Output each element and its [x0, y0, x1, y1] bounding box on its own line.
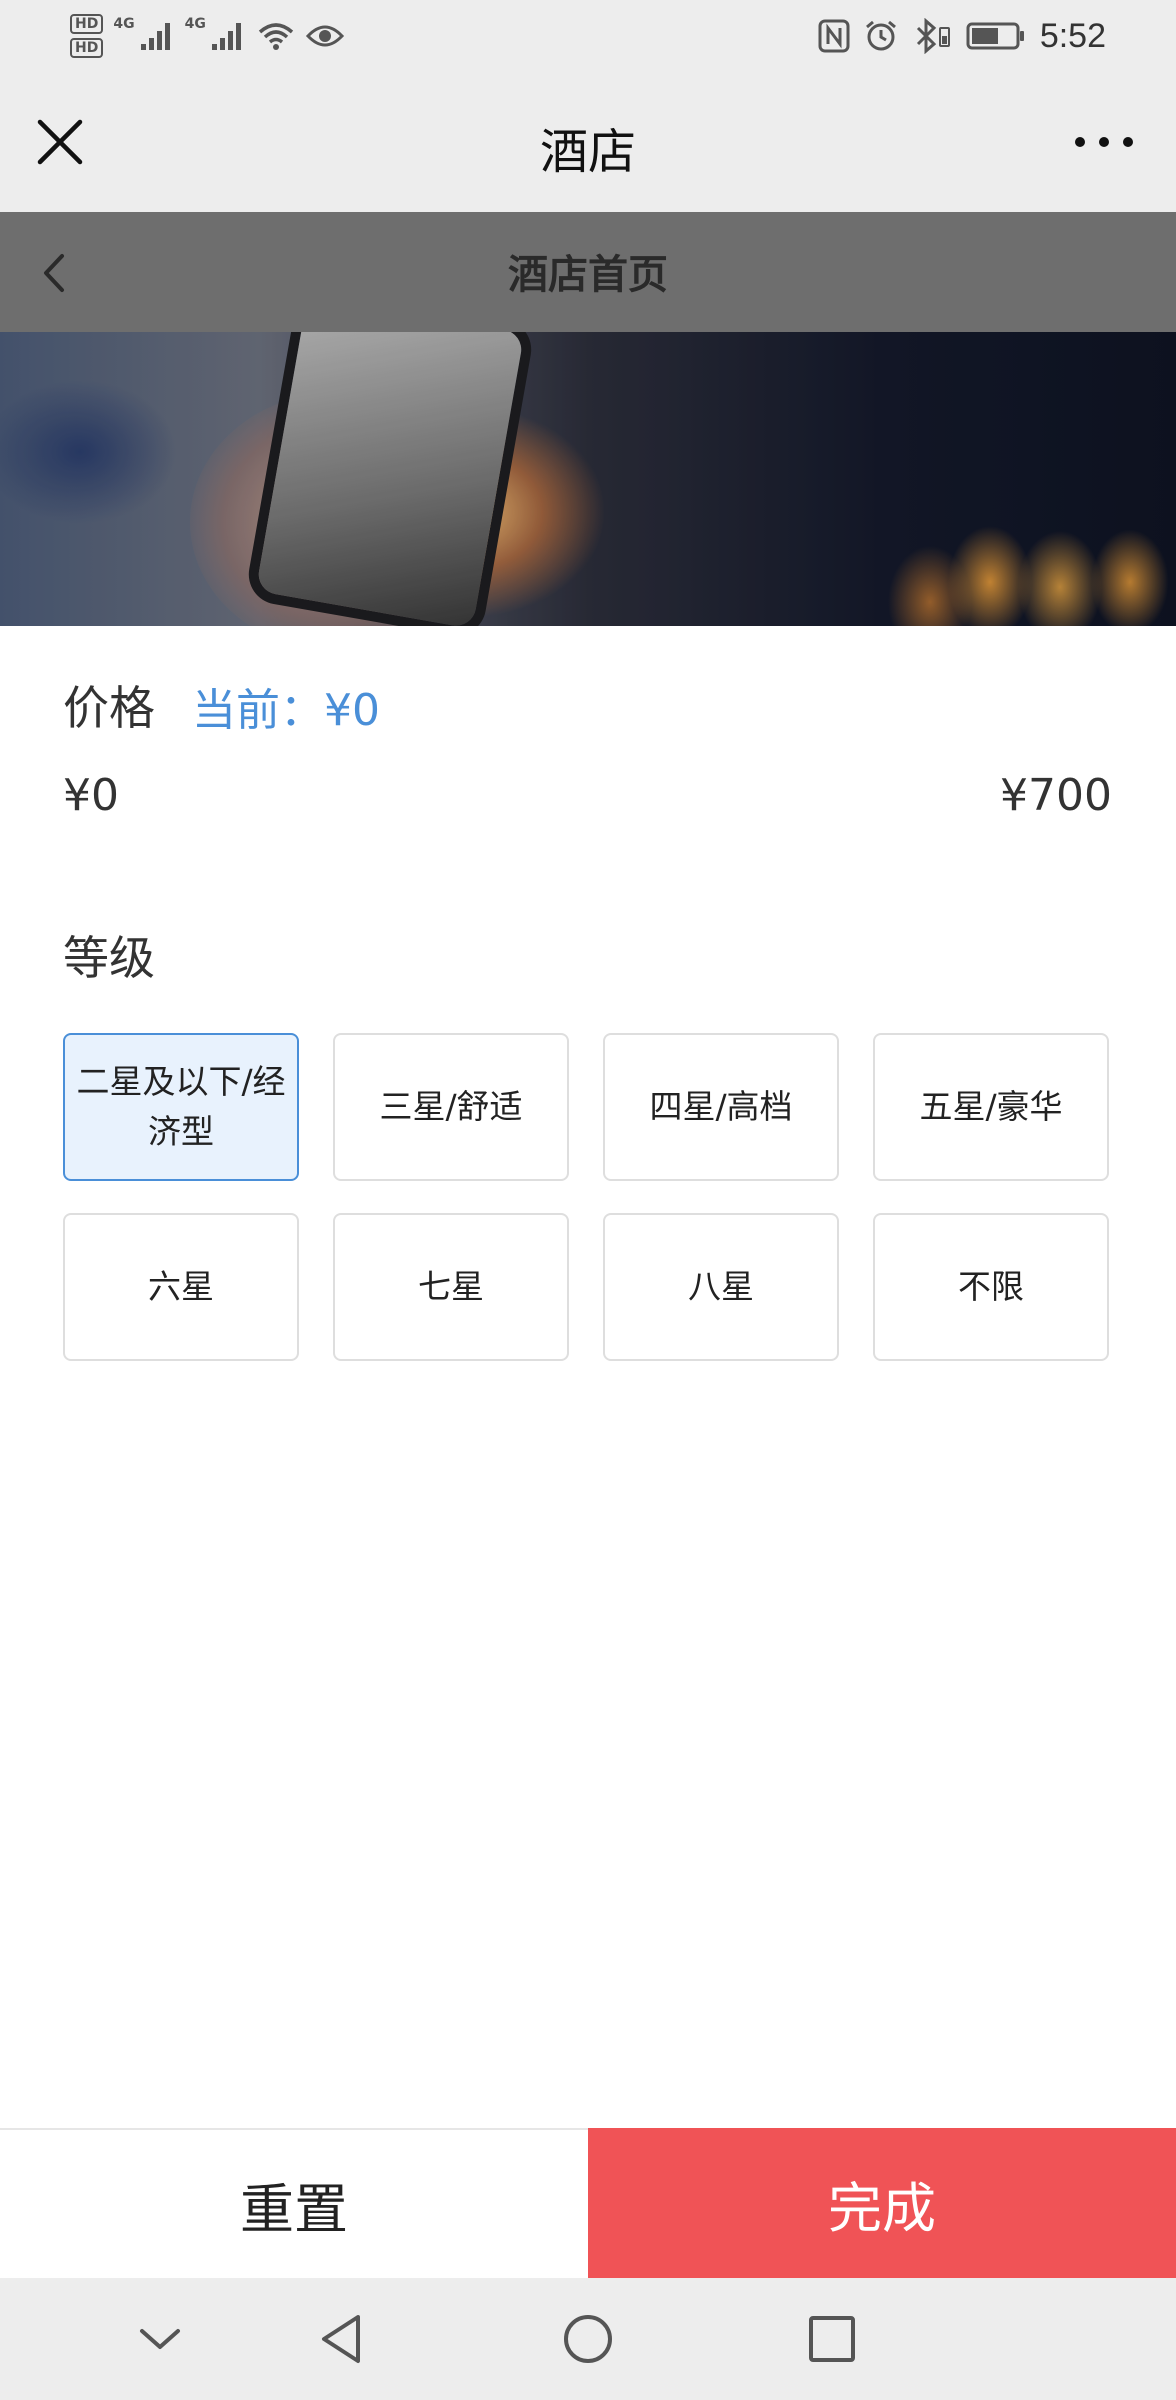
home-circle-icon[interactable]	[558, 2309, 618, 2369]
battery-icon	[966, 22, 1024, 50]
level-option[interactable]: 六星	[63, 1213, 299, 1361]
hd2-badge: HD	[70, 38, 104, 58]
level-option[interactable]: 八星	[603, 1213, 839, 1361]
page-header: 酒店首页	[0, 212, 1176, 332]
signal-icon	[140, 23, 170, 50]
wechat-title: 酒店	[539, 124, 636, 180]
status-time: 5:52	[1039, 16, 1106, 55]
wechat-nav-bar: 酒店	[0, 72, 1176, 212]
nfc-icon	[818, 19, 850, 53]
hd1-badge: HD	[70, 14, 104, 34]
chevron-down-icon[interactable]	[130, 2309, 190, 2369]
level-option[interactable]: 二星及以下/经济型	[63, 1033, 299, 1181]
system-nav-bar	[0, 2278, 1176, 2400]
recents-square-icon[interactable]	[802, 2309, 862, 2369]
bluetooth-icon	[916, 18, 950, 54]
wifi-icon	[258, 23, 293, 50]
network-type-2: 4G	[184, 16, 206, 32]
level-option[interactable]: 五星/豪华	[873, 1033, 1109, 1181]
level-label: 等级	[63, 931, 155, 985]
price-max: ¥700	[1000, 770, 1112, 821]
level-options: 二星及以下/经济型 三星/舒适 四星/高档 五星/豪华 六星 七星 八星 不限	[63, 1033, 1113, 1361]
level-option[interactable]: 不限	[873, 1213, 1109, 1361]
status-bar: HD HD 4G 4G 5:52	[0, 0, 1176, 72]
banner-overlay	[0, 332, 1176, 626]
done-button[interactable]: 完成	[588, 2128, 1176, 2278]
network-type-1: 4G	[113, 16, 135, 32]
price-current: 当前：¥0	[192, 685, 380, 736]
back-triangle-icon[interactable]	[312, 2309, 372, 2369]
level-option[interactable]: 七星	[333, 1213, 569, 1361]
price-label: 价格	[63, 681, 155, 735]
alarm-icon	[865, 20, 896, 51]
level-option[interactable]: 四星/高档	[603, 1033, 839, 1181]
signal-icon	[211, 23, 241, 50]
banner-image	[0, 332, 1176, 626]
hd-indicators: HD HD	[70, 14, 104, 58]
level-option[interactable]: 三星/舒适	[333, 1033, 569, 1181]
more-icon[interactable]	[1072, 130, 1136, 154]
status-right: 5:52	[818, 8, 1106, 64]
action-bar: 重置 完成	[0, 2128, 1176, 2278]
reset-button[interactable]: 重置	[0, 2130, 588, 2278]
eye-icon	[305, 25, 344, 47]
page-title: 酒店首页	[508, 252, 668, 298]
status-left: HD HD 4G 4G	[70, 8, 344, 64]
price-min: ¥0	[63, 770, 119, 821]
